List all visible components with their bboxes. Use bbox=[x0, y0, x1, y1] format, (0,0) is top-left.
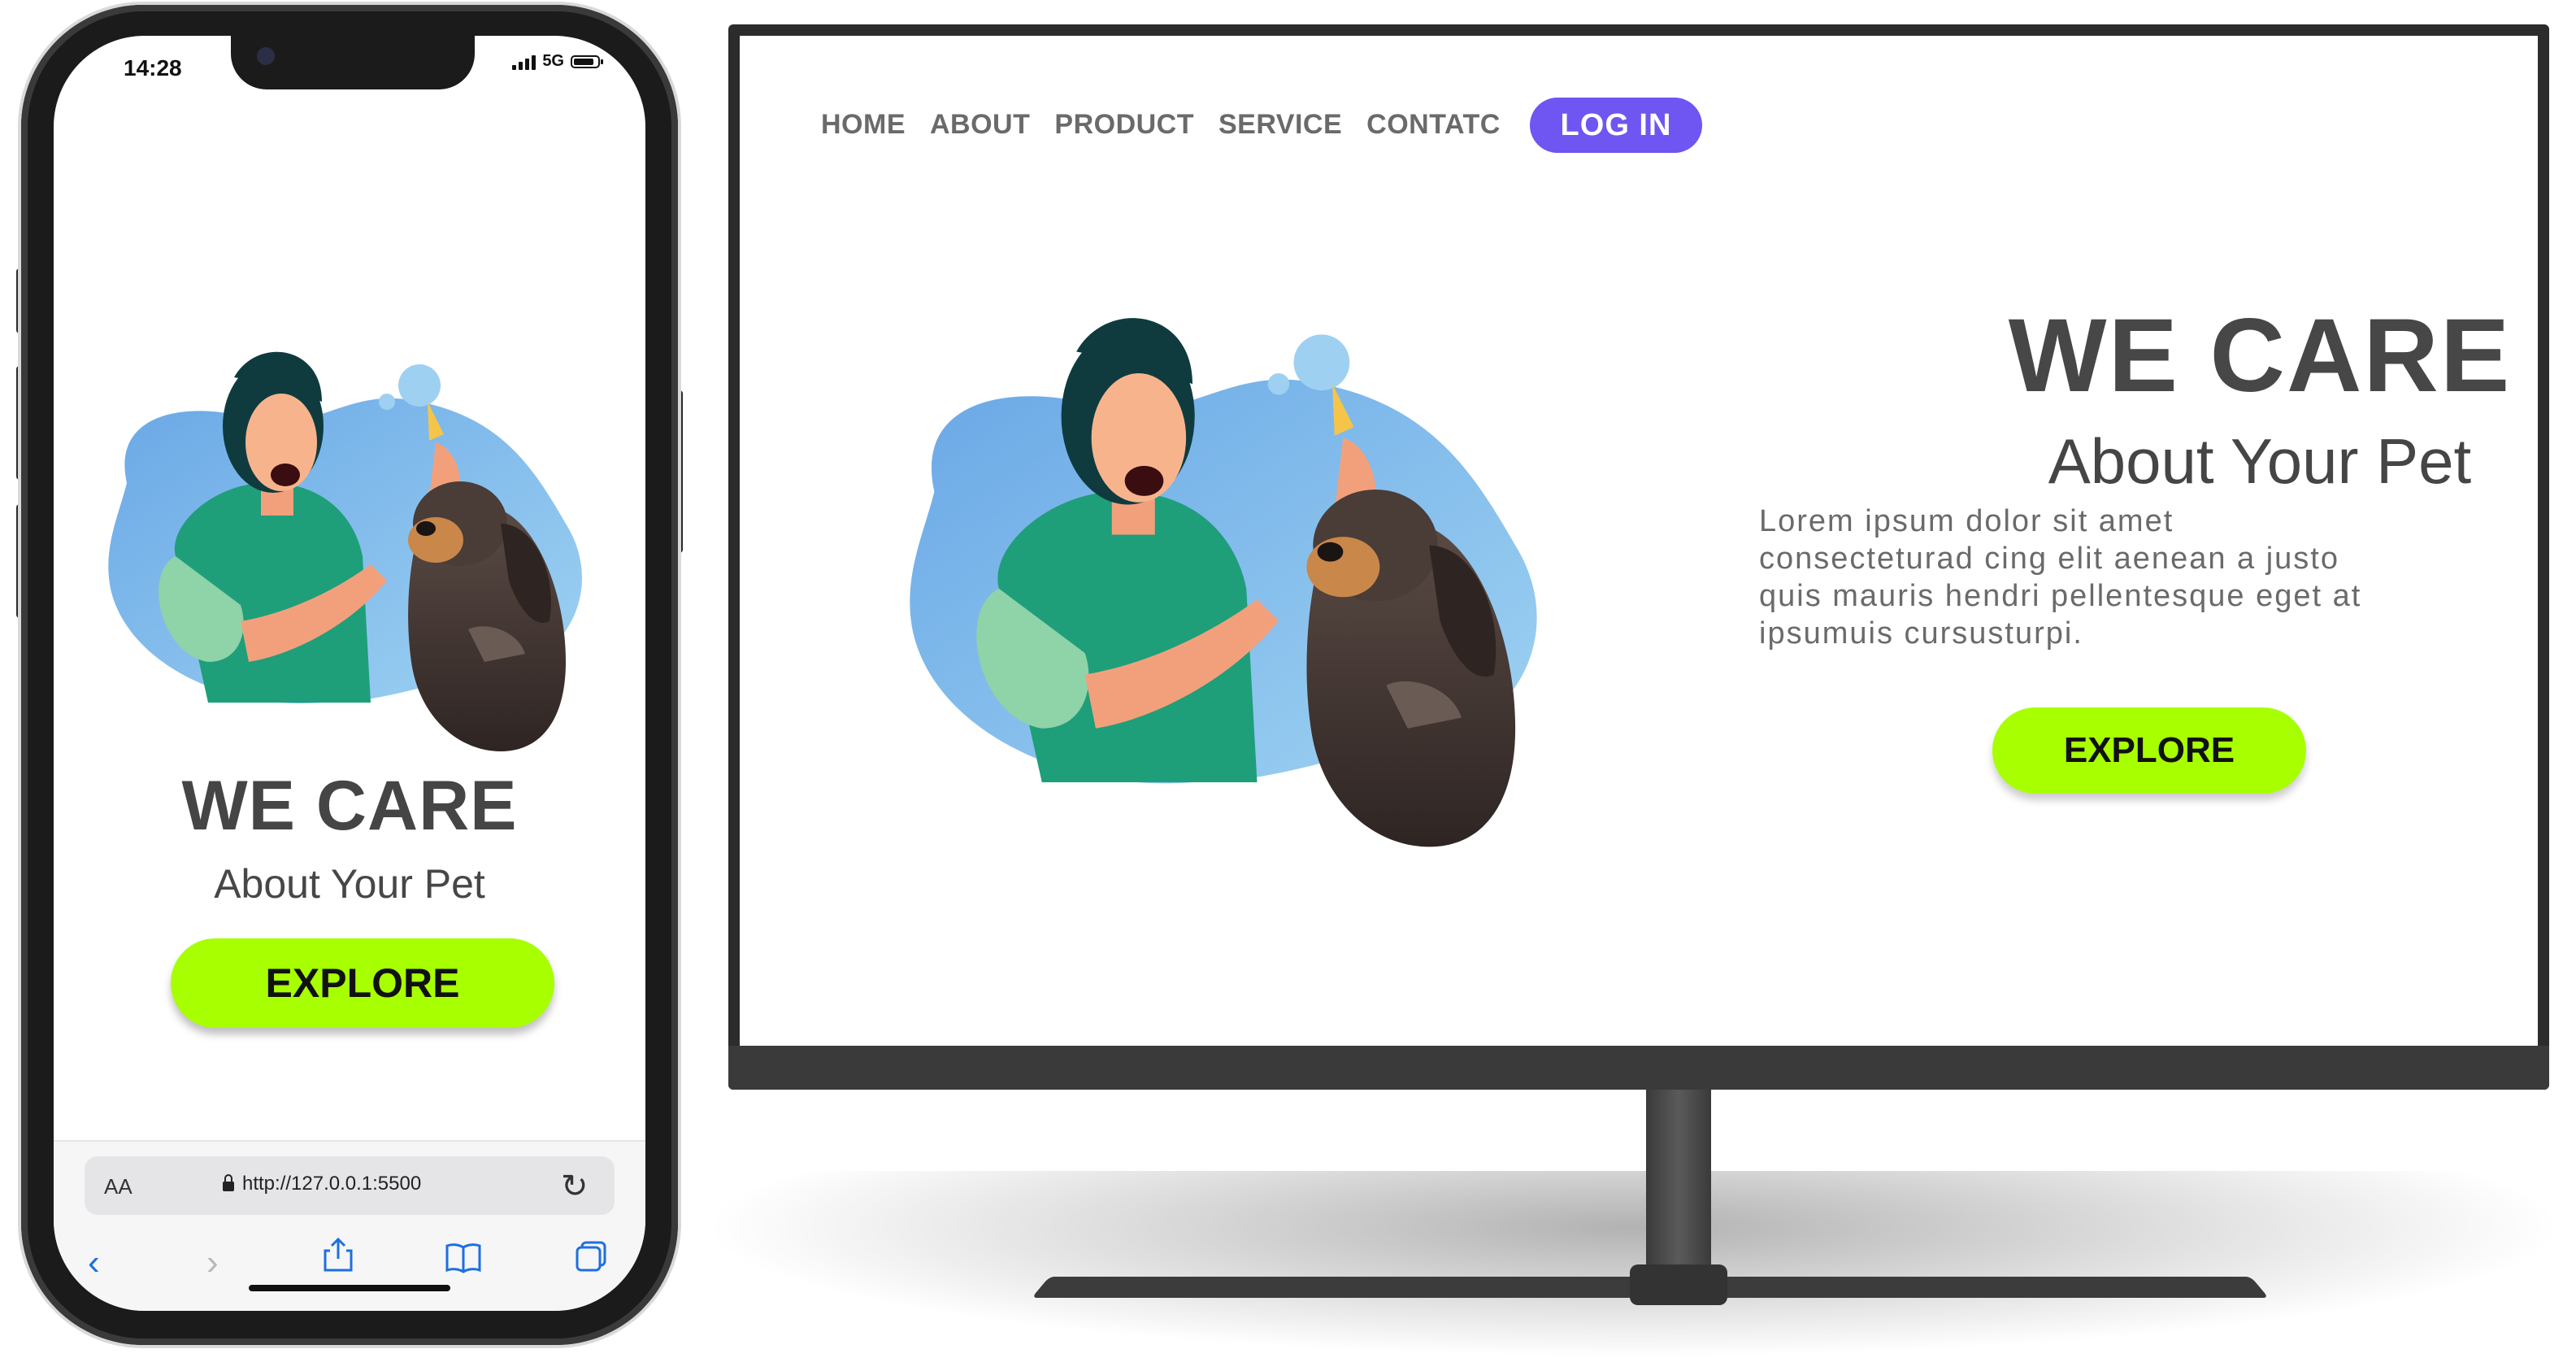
hero-description-line: ipsumuis cursusturpi. bbox=[1759, 616, 2083, 651]
nav-contact[interactable]: CONTATC bbox=[1366, 109, 1501, 141]
share-icon[interactable] bbox=[322, 1236, 354, 1282]
monitor-chin bbox=[728, 1046, 2549, 1090]
monitor-neck bbox=[1646, 1086, 1711, 1282]
top-nav: HOME ABOUT PRODUCT SERVICE CONTATC bbox=[821, 109, 1501, 141]
phone-hero-title: WE CARE bbox=[181, 767, 518, 845]
nav-about[interactable]: ABOUT bbox=[930, 109, 1030, 141]
vet-illustration bbox=[108, 351, 583, 751]
hero-description-line: quis mauris hendri pellentesque eget at bbox=[1759, 579, 2362, 613]
address-url[interactable]: http://127.0.0.1:5500 bbox=[223, 1173, 421, 1195]
monitor-stand-base bbox=[1630, 1264, 1727, 1305]
phone-screen: 14:28 5G WE CARE About Your Pet EXPLORE … bbox=[54, 36, 645, 1311]
monitor-screen: HOME ABOUT PRODUCT SERVICE CONTATC LOG I… bbox=[740, 36, 2538, 1046]
phone-explore-button[interactable]: EXPLORE bbox=[171, 938, 554, 1028]
hero-description: Lorem ipsum dolor sit amet consectetur­a… bbox=[1759, 503, 2523, 652]
status-time: 14:28 bbox=[124, 55, 182, 81]
text-size-button[interactable]: AA bbox=[104, 1174, 132, 1199]
forward-icon[interactable]: › bbox=[206, 1243, 219, 1283]
nav-product[interactable]: PRODUCT bbox=[1054, 109, 1194, 141]
reload-icon[interactable]: ↻ bbox=[561, 1168, 589, 1205]
status-indicators: 5G bbox=[512, 52, 603, 71]
monitor-stand-right-leg bbox=[1666, 1277, 2269, 1298]
signal-icon bbox=[512, 54, 536, 70]
bookmarks-icon[interactable] bbox=[444, 1241, 483, 1282]
hero-title: WE CARE bbox=[2008, 298, 2512, 414]
nav-home[interactable]: HOME bbox=[821, 109, 906, 141]
monitor-stand-left-leg bbox=[1032, 1277, 1700, 1298]
battery-icon bbox=[571, 54, 603, 68]
vet-illustration-desktop bbox=[910, 318, 1537, 847]
url-text: http://127.0.0.1:5500 bbox=[242, 1173, 422, 1195]
explore-button[interactable]: EXPLORE bbox=[1992, 707, 2306, 794]
hero-description-line: Lorem ipsum dolor sit amet bbox=[1759, 504, 2174, 538]
front-camera bbox=[257, 47, 275, 65]
hero-description-line: consectetur­ad cing elit aenean a justo bbox=[1759, 542, 2339, 576]
phone-hero-subtitle: About Your Pet bbox=[214, 861, 485, 907]
nav-service[interactable]: SERVICE bbox=[1218, 109, 1342, 141]
back-icon[interactable]: ‹ bbox=[88, 1243, 100, 1283]
login-button[interactable]: LOG IN bbox=[1530, 98, 1702, 153]
network-label: 5G bbox=[542, 52, 564, 70]
tabs-icon[interactable] bbox=[574, 1239, 608, 1282]
hero-subtitle: About Your Pet bbox=[2048, 425, 2472, 497]
home-indicator bbox=[249, 1285, 450, 1291]
lock-icon bbox=[223, 1174, 234, 1191]
